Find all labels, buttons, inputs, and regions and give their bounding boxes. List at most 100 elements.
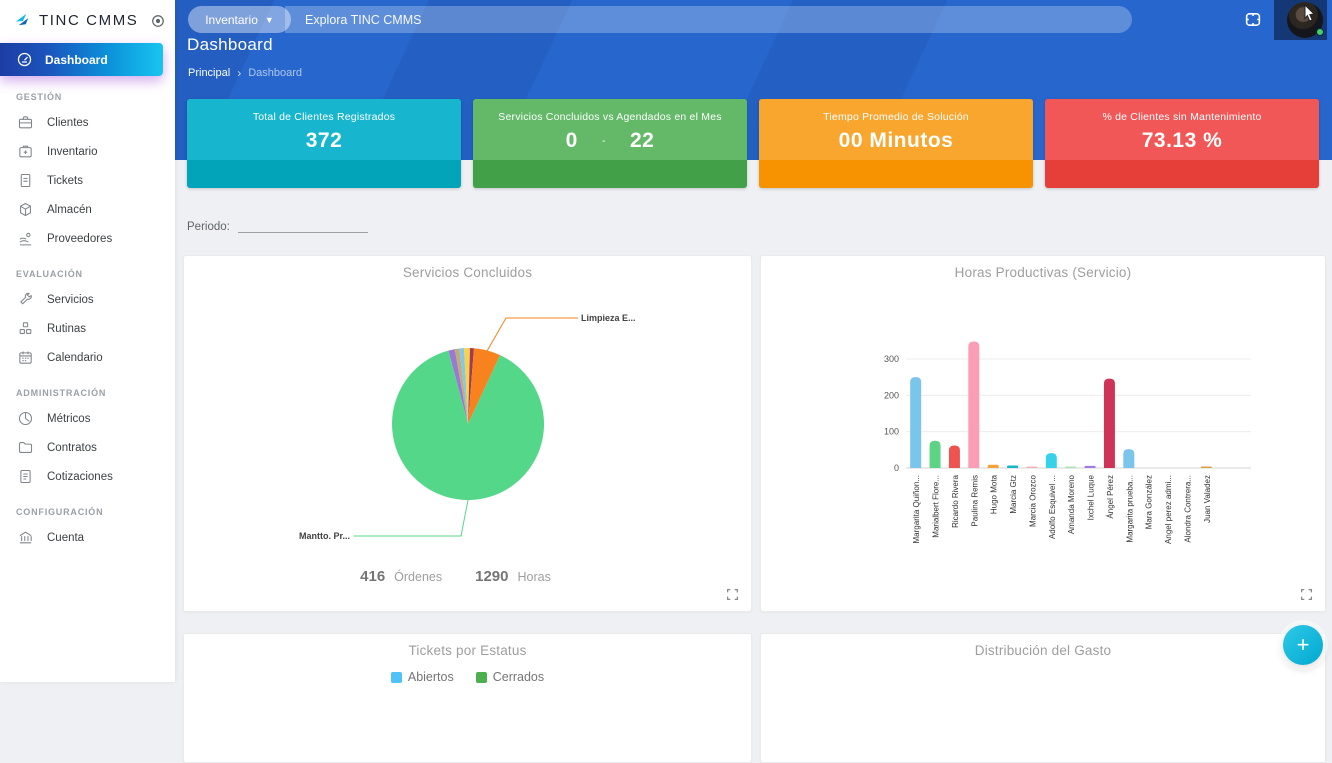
- sidebar-item-label: Servicios: [47, 294, 94, 306]
- bar[interactable]: [1065, 467, 1076, 469]
- page-title: Dashboard: [187, 35, 273, 55]
- sidebar-item-proveedores[interactable]: Proveedores: [0, 224, 175, 253]
- breadcrumb-item-principal[interactable]: Principal: [188, 67, 230, 79]
- quote-doc-icon: [17, 468, 34, 485]
- sidebar-item-label: Dashboard: [45, 53, 108, 67]
- y-tick-label: 200: [884, 390, 899, 400]
- stat-card-title: % de Clientes sin Mantenimiento: [1045, 111, 1319, 123]
- sidebar-item-inventario[interactable]: Inventario: [0, 137, 175, 166]
- x-category-label: Marcia Gtz: [1009, 475, 1018, 514]
- sidebar-section-title: CONFIGURACIÓN: [16, 507, 175, 517]
- stat-card-tiempo-solucion: Tiempo Promedio de Solución 00 Minutos: [759, 99, 1033, 188]
- panel-distribucion-gasto: Distribución del Gasto: [760, 633, 1326, 763]
- avatar-button[interactable]: [1287, 2, 1323, 38]
- x-category-label: Marcia Orozco: [1028, 474, 1037, 527]
- sidebar-item-calendario[interactable]: Calendario: [0, 343, 175, 372]
- panel-servicios-concluidos: Servicios Concluidos Limpieza E... Mantt…: [183, 255, 752, 612]
- x-category-label: Alondra Contrera...: [1183, 475, 1192, 543]
- search-input[interactable]: [285, 6, 1132, 33]
- stat-cards-row: Total de Clientes Registrados 372 Servic…: [187, 99, 1319, 188]
- stat-card-sin-mantenimiento: % de Clientes sin Mantenimiento 73.13 %: [1045, 99, 1319, 188]
- sidebar-item-clientes[interactable]: Clientes: [0, 108, 175, 137]
- brand-name: TINC CMMS: [39, 12, 143, 29]
- sidebar-item-tickets[interactable]: Tickets: [0, 166, 175, 195]
- bar[interactable]: [1201, 467, 1212, 469]
- pie-callout-line-limpieza: [487, 318, 578, 351]
- x-category-label: Margarita prueba...: [1125, 475, 1134, 543]
- charts-row-1: Servicios Concluidos Limpieza E... Mantt…: [183, 255, 1326, 612]
- cube-icon: [17, 201, 34, 218]
- x-category-label: Paulina Remis: [970, 475, 979, 527]
- calendar-icon: [17, 349, 34, 366]
- period-filter: Periodo:: [187, 217, 368, 233]
- sidebar-item-servicios[interactable]: Servicios: [0, 285, 175, 314]
- module-selector-button[interactable]: Inventario ▼: [188, 6, 291, 33]
- sidebar-nav: GESTIÓN Clientes Inventario Tickets AlmacénP…: [0, 92, 175, 552]
- bar[interactable]: [910, 377, 921, 468]
- sidebar-item-label: Contratos: [47, 442, 97, 454]
- medkit-box-icon: [17, 143, 34, 160]
- bar[interactable]: [930, 441, 941, 468]
- bar[interactable]: [1104, 379, 1115, 468]
- bar[interactable]: [1085, 466, 1096, 468]
- sidebar-item-label: Cuenta: [47, 532, 84, 544]
- bar[interactable]: [1046, 453, 1057, 468]
- sidebar-item-rutinas[interactable]: Rutinas: [0, 314, 175, 343]
- stat-card-title: Servicios Concluidos vs Agendados en el …: [473, 111, 747, 123]
- y-tick-label: 0: [894, 463, 899, 473]
- sidebar-item-metricos[interactable]: Métricos: [0, 404, 175, 433]
- expand-icon[interactable]: [726, 588, 739, 601]
- sidebar-pin-toggle-icon[interactable]: [151, 14, 165, 28]
- bar[interactable]: [988, 465, 999, 468]
- sidebar-item-cotizaciones[interactable]: Cotizaciones: [0, 462, 175, 491]
- fullscreen-icon[interactable]: [1244, 11, 1262, 28]
- pie-totals: 416 Órdenes 1290 Horas: [184, 568, 751, 585]
- stat-card-value: 00 Minutos: [759, 129, 1033, 153]
- bar[interactable]: [1123, 449, 1134, 468]
- cubes-stack-icon: [17, 320, 34, 337]
- folder-icon: [17, 439, 34, 456]
- sidebar-item-label: Cotizaciones: [47, 471, 113, 483]
- period-label: Periodo:: [187, 221, 230, 233]
- module-selector-label: Inventario: [205, 13, 258, 27]
- x-category-label: Amanda Moreno: [1067, 474, 1076, 534]
- breadcrumb-item-current: Dashboard: [248, 67, 302, 79]
- sidebar-item-almacen[interactable]: Almacén: [0, 195, 175, 224]
- main-area: Inventario ▼ Dashboard Principal › Dashb: [175, 0, 1332, 682]
- supplier-icon: [17, 230, 34, 247]
- panel-horas-productivas: Horas Productivas (Servicio) 0100200300M…: [760, 255, 1326, 612]
- sidebar-item-label: Inventario: [47, 146, 98, 158]
- y-tick-label: 100: [884, 427, 899, 437]
- expand-icon[interactable]: [1300, 588, 1313, 601]
- topbar: Inventario ▼: [175, 0, 1332, 40]
- bar[interactable]: [1007, 465, 1018, 468]
- x-category-label: Ángel Pérez: [1106, 475, 1115, 519]
- bar-chart: 0100200300Margarita Quiñon...Marialbert …: [761, 256, 1327, 611]
- x-category-label: Marialbert Flore...: [932, 475, 941, 538]
- x-category-label: Angel perez admi...: [1164, 475, 1173, 544]
- add-button[interactable]: +: [1283, 625, 1323, 665]
- charts-row-2: Tickets por Estatus Abiertos Cerrados Di…: [183, 633, 1326, 763]
- sidebar-item-label: Métricos: [47, 413, 90, 425]
- period-input[interactable]: [238, 217, 368, 233]
- stat-card-title: Total de Clientes Registrados: [187, 111, 461, 123]
- stat-card-value: 73.13 %: [1045, 129, 1319, 153]
- x-category-label: Ixchel Luque: [1087, 474, 1096, 520]
- sidebar-item-contratos[interactable]: Contratos: [0, 433, 175, 462]
- brand: TINC CMMS: [0, 0, 175, 39]
- pie-metric-icon: [17, 410, 34, 427]
- sidebar-section-title: GESTIÓN: [16, 92, 175, 102]
- x-category-label: Juan Valadez: [1203, 475, 1212, 523]
- dashboard-gauge-icon: [16, 51, 33, 68]
- orders-total: 416: [360, 568, 385, 585]
- bar[interactable]: [1026, 467, 1037, 469]
- chevron-down-icon: ▼: [265, 15, 274, 25]
- y-tick-label: 300: [884, 354, 899, 364]
- sidebar-item-label: Tickets: [47, 175, 83, 187]
- sidebar-section-title: EVALUACIÓN: [16, 269, 175, 279]
- logo-bird-icon: [14, 12, 31, 29]
- bar[interactable]: [968, 342, 979, 468]
- sidebar-item-dashboard[interactable]: Dashboard: [0, 43, 163, 76]
- sidebar-item-cuenta[interactable]: Cuenta: [0, 523, 175, 552]
- bar[interactable]: [949, 445, 960, 468]
